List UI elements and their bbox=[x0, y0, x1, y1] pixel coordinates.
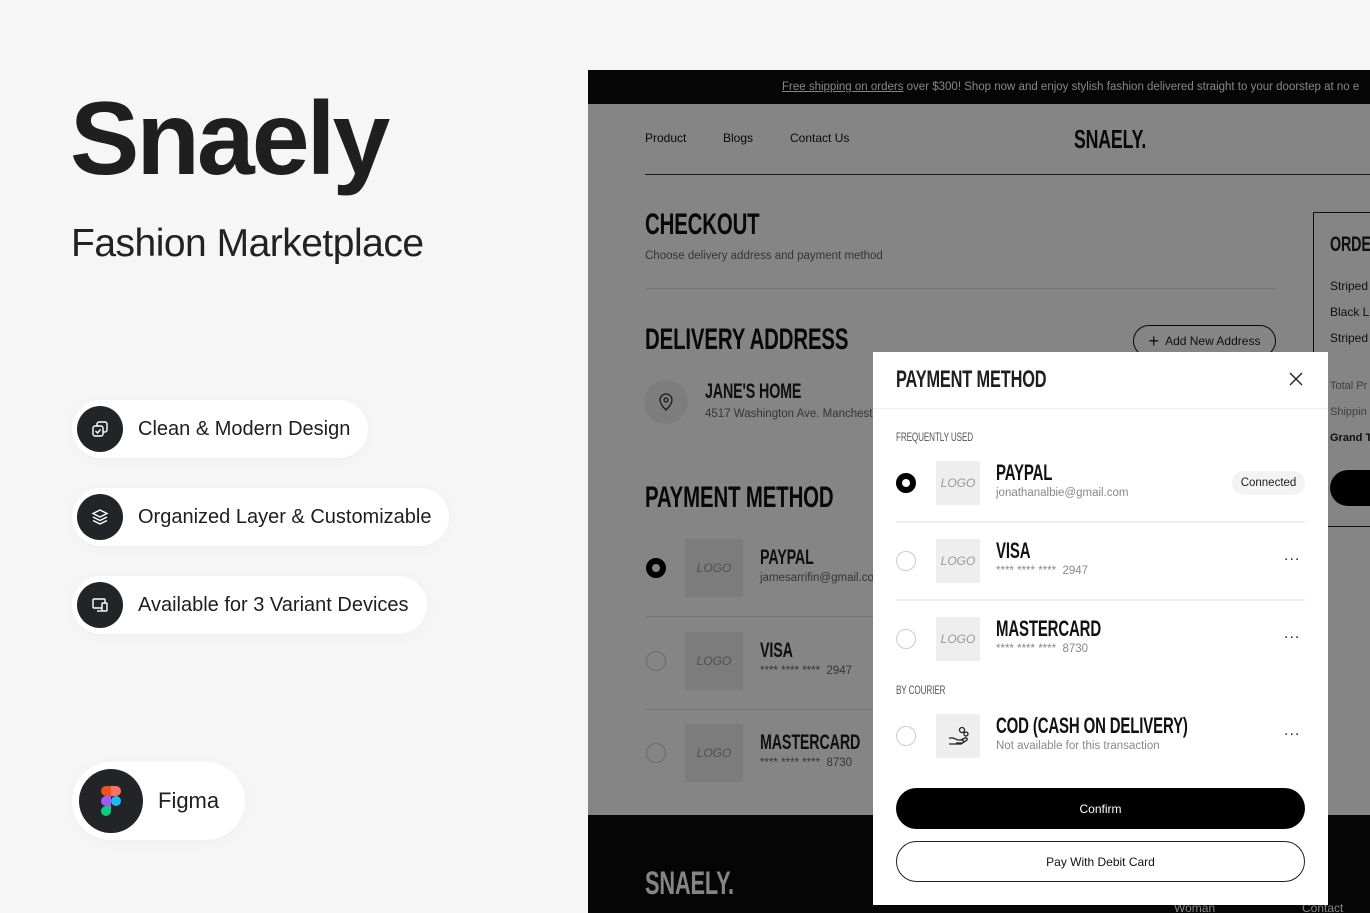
tool-label: Figma bbox=[158, 788, 220, 813]
feature-label: Organized Layer & Customizable bbox=[138, 505, 432, 528]
section-label: BY COURIER bbox=[896, 683, 946, 697]
confirm-button[interactable]: Confirm bbox=[896, 788, 1305, 829]
payment-option-detail: **** **** **** 8730 bbox=[996, 643, 1089, 655]
section-label: FREQUENTLY USED bbox=[896, 430, 974, 444]
payment-option-radio[interactable] bbox=[896, 726, 916, 746]
tool-pill: Figma bbox=[72, 762, 246, 840]
feature-pill: Clean & Modern Design bbox=[72, 400, 369, 458]
hand-coins-icon bbox=[936, 714, 980, 758]
more-options-icon[interactable]: ... bbox=[1284, 625, 1300, 643]
pay-debit-button[interactable]: Pay With Debit Card bbox=[896, 841, 1305, 882]
feature-label: Available for 3 Variant Devices bbox=[138, 593, 409, 616]
layers-icon bbox=[77, 494, 123, 540]
payment-option-radio[interactable] bbox=[896, 551, 916, 571]
promo-subtitle: Fashion Marketplace bbox=[71, 222, 424, 265]
connected-badge: Connected bbox=[1232, 471, 1305, 495]
payment-option-name: PAYPAL bbox=[996, 460, 1053, 485]
payment-method-modal: PAYMENT METHOD FREQUENTLY USED LOGO PAYPAL… bbox=[873, 352, 1328, 905]
payment-option-detail: jonathanalbie@gmail.com bbox=[996, 487, 1129, 499]
payment-option-name: VISA bbox=[996, 538, 1031, 563]
payment-option-detail: **** **** **** 2947 bbox=[996, 565, 1089, 577]
modal-title: PAYMENT METHOD bbox=[896, 366, 1047, 393]
divider bbox=[873, 408, 1328, 409]
copy-check-icon bbox=[77, 406, 123, 452]
payment-option-radio[interactable] bbox=[896, 473, 916, 493]
feature-pill: Organized Layer & Customizable bbox=[72, 488, 450, 546]
feature-pill: Available for 3 Variant Devices bbox=[72, 576, 427, 634]
payment-option-logo: LOGO bbox=[936, 461, 980, 505]
payment-option-logo: LOGO bbox=[936, 617, 980, 661]
feature-label: Clean & Modern Design bbox=[138, 417, 351, 440]
more-options-icon[interactable]: ... bbox=[1284, 547, 1300, 565]
devices-icon bbox=[77, 582, 123, 628]
figma-icon bbox=[79, 769, 143, 833]
more-options-icon[interactable]: ... bbox=[1284, 722, 1300, 740]
payment-option-radio[interactable] bbox=[896, 629, 916, 649]
payment-option-name: COD (CASH ON DELIVERY) bbox=[996, 713, 1188, 738]
payment-option-name: MASTERCARD bbox=[996, 616, 1102, 641]
divider bbox=[896, 521, 1305, 523]
payment-option-logo: LOGO bbox=[936, 539, 980, 583]
promo-title: Snaely bbox=[70, 81, 390, 197]
close-icon[interactable] bbox=[1287, 370, 1305, 388]
payment-option-detail: Not available for this transaction bbox=[996, 740, 1160, 752]
divider bbox=[896, 599, 1305, 601]
